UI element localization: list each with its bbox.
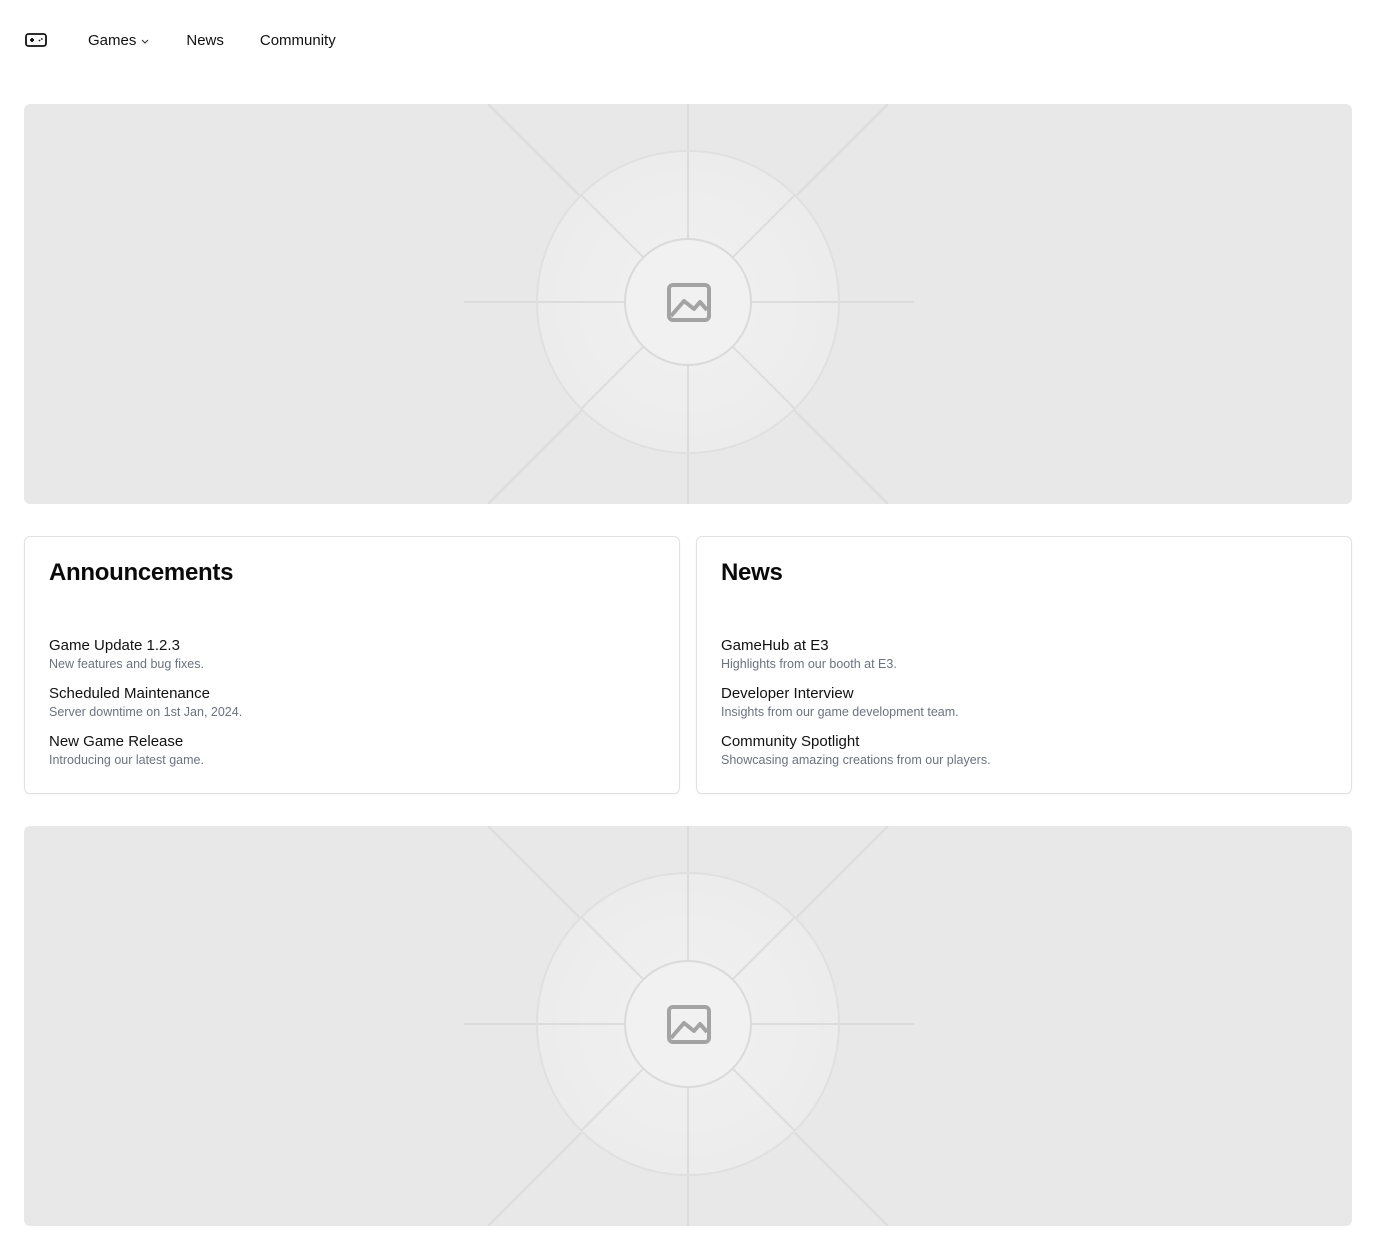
news-list: GameHub at E3 Highlights from our booth … (721, 637, 1327, 781)
news-card: News GameHub at E3 Highlights from our b… (696, 536, 1352, 794)
announcement-item[interactable]: Scheduled Maintenance Server downtime on… (49, 685, 655, 733)
news-item-desc: Insights from our game development team. (721, 705, 959, 719)
news-item-title: Community Spotlight (721, 733, 860, 750)
placeholder-graphic (464, 826, 914, 1226)
announcement-item-title: Scheduled Maintenance (49, 685, 210, 702)
site-header: Games News Community (0, 0, 1376, 80)
nav-games-label: Games (88, 31, 137, 49)
nav-games[interactable]: Games (88, 32, 150, 49)
nav-community[interactable]: Community (260, 32, 336, 49)
announcement-item-desc: Introducing our latest game. (49, 753, 204, 767)
nav-community-label: Community (259, 31, 336, 49)
main-nav: Games News Community (88, 32, 336, 49)
news-title: News (721, 559, 783, 586)
news-item[interactable]: Community Spotlight Showcasing amazing c… (721, 733, 1327, 781)
announcements-card: Announcements Game Update 1.2.3 New feat… (24, 536, 680, 794)
chevron-down-icon (140, 36, 150, 46)
announcement-item-title: New Game Release (49, 733, 184, 750)
announcement-item-desc: New features and bug fixes. (49, 657, 204, 671)
news-item[interactable]: Developer Interview Insights from our ga… (721, 685, 1327, 733)
news-item[interactable]: GameHub at E3 Highlights from our booth … (721, 637, 1327, 685)
nav-news[interactable]: News (186, 32, 224, 49)
announcement-item-title: Game Update 1.2.3 (49, 637, 180, 654)
announcements-list: Game Update 1.2.3 New features and bug f… (49, 637, 655, 781)
news-item-title: Developer Interview (721, 685, 854, 702)
gamepad-icon[interactable] (24, 28, 48, 52)
announcement-item-desc: Server downtime on 1st Jan, 2024. (49, 705, 243, 719)
hero-image-bottom (24, 826, 1352, 1226)
announcement-item[interactable]: New Game Release Introducing our latest … (49, 733, 655, 781)
news-item-desc: Highlights from our booth at E3. (721, 657, 897, 671)
announcement-item[interactable]: Game Update 1.2.3 New features and bug f… (49, 637, 655, 685)
hero-image-top (24, 104, 1352, 504)
page: Games News Community Announcements Game … (0, 0, 1376, 1250)
announcements-title: Announcements (49, 559, 234, 586)
news-item-title: GameHub at E3 (721, 637, 829, 654)
news-item-desc: Showcasing amazing creations from our pl… (721, 753, 991, 767)
placeholder-graphic (464, 104, 914, 504)
nav-news-label: News (186, 31, 224, 49)
